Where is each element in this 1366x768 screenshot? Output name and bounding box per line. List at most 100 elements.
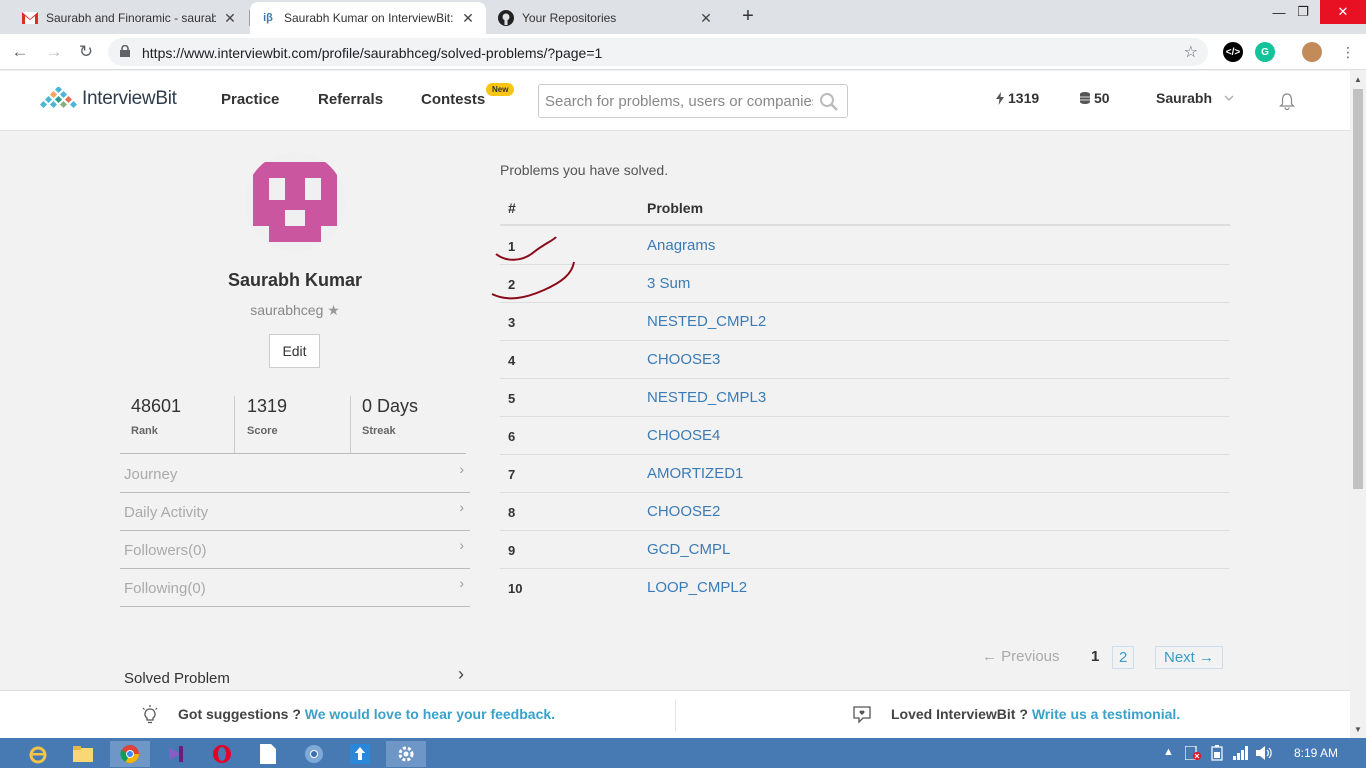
extension-code-icon[interactable]: </>	[1223, 42, 1243, 62]
next-page-button[interactable]: Next →	[1155, 646, 1224, 669]
row-number: 6	[508, 429, 516, 444]
profile-avatar-icon[interactable]	[1302, 42, 1322, 62]
menu-daily-activity[interactable]: Daily Activity ›	[120, 493, 470, 531]
new-tab-button[interactable]: +	[737, 6, 759, 28]
problem-link[interactable]: GCD_CMPL	[647, 541, 730, 558]
close-icon[interactable]: ✕	[222, 10, 238, 27]
settings-gear-icon[interactable]	[386, 741, 426, 767]
streak-label: Streak	[362, 425, 396, 437]
stat-divider	[350, 396, 351, 454]
solved-problem-toggle[interactable]: Solved Problem ›	[120, 664, 470, 690]
coins-stat[interactable]: 50	[1080, 90, 1110, 106]
search-icon[interactable]	[819, 92, 839, 112]
gmail-icon	[22, 10, 38, 26]
problem-link[interactable]: CHOOSE3	[647, 351, 720, 368]
rank-stat: 48601 Rank	[131, 396, 181, 454]
menu-label: Followers(0)	[124, 542, 207, 559]
testimonial-icon	[853, 706, 871, 724]
page-scrollbar[interactable]: ▲ ▼	[1350, 71, 1366, 738]
bell-icon[interactable]	[1279, 93, 1295, 110]
visual-studio-icon[interactable]	[155, 741, 195, 767]
chevron-right-icon: ›	[459, 499, 464, 515]
testimonial-link[interactable]: Write us a testimonial.	[1032, 706, 1180, 722]
table-row: 5 NESTED_CMPL3	[500, 379, 1230, 417]
scrollbar-thumb[interactable]	[1353, 89, 1363, 489]
menu-followers[interactable]: Followers(0) ›	[120, 531, 470, 569]
scroll-down-icon[interactable]: ▼	[1353, 725, 1363, 734]
forward-arrow-icon[interactable]: →	[42, 40, 66, 64]
menu-dots-icon[interactable]: ⋮	[1336, 40, 1360, 64]
footer-divider	[675, 699, 676, 731]
streak-stat: 0 Days Streak	[362, 396, 418, 454]
user-menu[interactable]: Saurabh	[1156, 90, 1234, 106]
problem-link[interactable]: CHOOSE4	[647, 427, 720, 444]
tab-title: Your Repositories	[522, 11, 617, 25]
table-row: 6 CHOOSE4	[500, 417, 1230, 455]
nav-contests[interactable]: Contests	[421, 91, 485, 108]
table-row: 9 GCD_CMPL	[500, 531, 1230, 569]
network-signal-icon[interactable]	[1233, 746, 1249, 760]
clock-time[interactable]: 8:19 AM	[1294, 746, 1338, 760]
loved-label: Loved InterviewBit ?	[891, 706, 1028, 722]
file-explorer-icon[interactable]	[63, 741, 103, 767]
document-icon[interactable]	[248, 741, 288, 767]
internet-explorer-icon[interactable]	[18, 741, 58, 767]
page-2-button[interactable]: 2	[1112, 646, 1135, 669]
tab-github[interactable]: Your Repositories ✕	[488, 2, 724, 34]
chevron-right-icon: ›	[459, 461, 464, 477]
score-profile-label: Score	[247, 425, 278, 437]
site-logo[interactable]: InterviewBit	[40, 87, 177, 111]
back-arrow-icon[interactable]: ←	[8, 40, 32, 64]
profile-username-row: saurabhceg ★	[120, 302, 470, 319]
chromium-icon[interactable]	[294, 741, 334, 767]
close-icon[interactable]: ✕	[698, 10, 714, 27]
opera-icon[interactable]	[202, 741, 242, 767]
chrome-taskbar-icon[interactable]	[110, 741, 150, 767]
problem-link[interactable]: LOOP_CMPL2	[647, 579, 747, 596]
close-icon[interactable]: ✕	[460, 10, 476, 27]
problem-link[interactable]: AMORTIZED1	[647, 465, 743, 482]
table-row: 3 NESTED_CMPL2	[500, 303, 1230, 341]
scroll-up-icon[interactable]: ▲	[1353, 75, 1363, 84]
score-stat[interactable]: 1319	[996, 90, 1039, 106]
tab-interviewbit[interactable]: iβ Saurabh Kumar on InterviewBit: C ✕	[250, 2, 486, 34]
address-bar[interactable]: https://www.interviewbit.com/profile/sau…	[108, 38, 1208, 66]
window-close-button[interactable]: ✕	[1320, 0, 1366, 24]
row-number: 10	[508, 581, 523, 596]
problem-link[interactable]: CHOOSE2	[647, 503, 720, 520]
problem-link[interactable]: NESTED_CMPL3	[647, 389, 766, 406]
upload-app-icon[interactable]	[340, 741, 380, 767]
grammarly-icon[interactable]: G	[1255, 42, 1275, 62]
menu-following[interactable]: Following(0) ›	[120, 569, 470, 607]
score-profile-value: 1319	[247, 396, 288, 416]
reload-icon[interactable]: ↻	[74, 40, 98, 64]
edit-profile-button[interactable]: Edit	[269, 334, 320, 368]
browser-toolbar: ← → ↻ https://www.interviewbit.com/profi…	[0, 34, 1366, 70]
battery-icon[interactable]	[1209, 745, 1225, 761]
tab-gmail[interactable]: Saurabh and Finoramic - saurabh ✕	[12, 2, 248, 34]
chevron-right-icon: ›	[458, 664, 464, 684]
search-input[interactable]	[545, 91, 813, 111]
column-number: #	[508, 200, 516, 216]
profile-name: Saurabh Kumar	[227, 270, 363, 290]
profile-username: saurabhceg	[250, 302, 324, 318]
menu-label: Daily Activity	[124, 504, 209, 521]
action-center-icon[interactable]	[1185, 746, 1201, 760]
bookmark-star-icon[interactable]: ☆	[1184, 42, 1198, 62]
feedback-link[interactable]: We would love to hear your feedback.	[305, 706, 555, 722]
prev-page-button[interactable]: ← Previous	[982, 648, 1060, 665]
chevron-right-icon: ›	[459, 575, 464, 591]
problem-link[interactable]: NESTED_CMPL2	[647, 313, 766, 330]
table-row: 7 AMORTIZED1	[500, 455, 1230, 493]
page-1-button[interactable]: 1	[1091, 648, 1099, 665]
problem-link[interactable]: 3 Sum	[647, 275, 690, 292]
nav-practice[interactable]: Practice	[221, 91, 279, 108]
nav-referrals[interactable]: Referrals	[318, 91, 383, 108]
problem-link[interactable]: Anagrams	[647, 237, 715, 254]
coins-value: 50	[1094, 90, 1110, 106]
volume-icon[interactable]	[1256, 746, 1274, 760]
feedback-bar: Got suggestions ? We would love to hear …	[0, 690, 1350, 738]
menu-journey[interactable]: Journey ›	[120, 455, 470, 493]
tray-expand-icon[interactable]: ▲	[1163, 746, 1174, 758]
solved-caption: Problems you have solved.	[500, 162, 669, 178]
